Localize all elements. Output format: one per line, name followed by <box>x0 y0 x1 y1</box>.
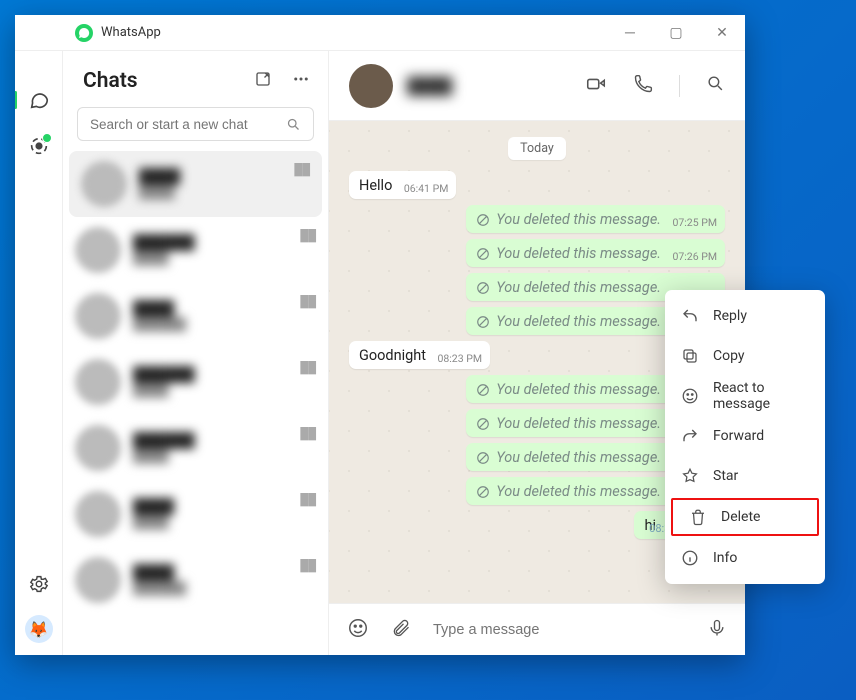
emoji-icon[interactable] <box>347 617 369 643</box>
attach-icon[interactable] <box>391 618 411 642</box>
more-menu-icon[interactable] <box>292 70 310 92</box>
ctx-label: Star <box>713 468 738 484</box>
message-bubble[interactable]: You deleted this message.07:26 PM <box>466 239 725 267</box>
new-chat-icon[interactable] <box>254 70 272 92</box>
close-button[interactable]: ✕ <box>699 15 745 51</box>
divider <box>679 75 680 97</box>
ctx-forward[interactable]: Forward <box>665 416 825 456</box>
voice-call-icon[interactable] <box>633 74 653 98</box>
ctx-label: Delete <box>721 509 760 525</box>
mic-icon[interactable] <box>707 618 727 642</box>
message-bubble[interactable]: Goodnight08:23 PM <box>349 341 490 369</box>
message-input[interactable] <box>433 622 685 638</box>
message-time: 06:41 PM <box>404 182 449 195</box>
chat-item[interactable]: ████████████ <box>63 547 328 613</box>
ctx-label: Info <box>713 550 737 566</box>
search-icon <box>286 117 301 132</box>
maximize-button[interactable]: ▢ <box>653 15 699 51</box>
ctx-label: Reply <box>713 308 747 324</box>
contact-avatar[interactable] <box>349 64 393 108</box>
settings-icon[interactable] <box>28 573 50 595</box>
ctx-star[interactable]: Star <box>665 456 825 496</box>
message-bubble[interactable]: You deleted this message.07:25 PM <box>466 205 725 233</box>
chats-icon[interactable] <box>28 89 50 111</box>
chats-heading: Chats <box>83 69 138 93</box>
search-in-chat-icon[interactable] <box>706 74 725 97</box>
chat-item[interactable]: ████████████ <box>63 217 328 283</box>
chat-item[interactable]: ██████████ <box>69 151 322 217</box>
minimize-button[interactable]: ─ <box>607 15 653 51</box>
status-icon[interactable] <box>28 135 50 157</box>
ctx-copy[interactable]: Copy <box>665 336 825 376</box>
ctx-label: Copy <box>713 348 745 364</box>
contact-name[interactable]: ████ <box>407 76 452 96</box>
chat-list: ██████████ ████████████ ████████████ ███… <box>63 151 328 655</box>
chat-item[interactable]: ████████████ <box>63 415 328 481</box>
date-separator: Today <box>508 137 566 160</box>
whatsapp-logo-icon <box>75 24 93 42</box>
ctx-label: Forward <box>713 428 764 444</box>
chat-item[interactable]: ██████████ <box>63 481 328 547</box>
message-time: 07:26 PM <box>672 250 717 263</box>
chat-item[interactable]: ████████████ <box>63 283 328 349</box>
ctx-reply[interactable]: Reply <box>665 296 825 336</box>
message-bubble[interactable]: Hello06:41 PM <box>349 171 456 199</box>
message-composer <box>329 603 745 655</box>
ctx-info[interactable]: Info <box>665 538 825 578</box>
ctx-label: React to message <box>713 380 809 412</box>
message-context-menu: Reply Copy React to message Forward Star Dele… <box>665 290 825 584</box>
window-controls: ─ ▢ ✕ <box>607 15 745 51</box>
chat-list-pane: Chats ██████████ ████████████ ██████████… <box>63 51 329 655</box>
search-field[interactable] <box>90 117 276 132</box>
chat-item[interactable]: ████████████ <box>63 349 328 415</box>
message-time: 07:25 PM <box>672 216 717 229</box>
profile-avatar[interactable]: 🦊 <box>25 615 53 643</box>
search-input[interactable] <box>77 107 314 141</box>
nav-rail: 🦊 <box>15 51 63 655</box>
message-time: 08:23 PM <box>437 352 482 365</box>
whatsapp-window: WhatsApp ─ ▢ ✕ 🦊 Chats <box>15 15 745 655</box>
titlebar: WhatsApp ─ ▢ ✕ <box>15 15 745 51</box>
video-call-icon[interactable] <box>585 73 607 99</box>
ctx-react[interactable]: React to message <box>665 376 825 416</box>
app-title: WhatsApp <box>101 25 161 40</box>
conversation-header: ████ <box>329 51 745 121</box>
ctx-delete[interactable]: Delete <box>671 498 819 536</box>
